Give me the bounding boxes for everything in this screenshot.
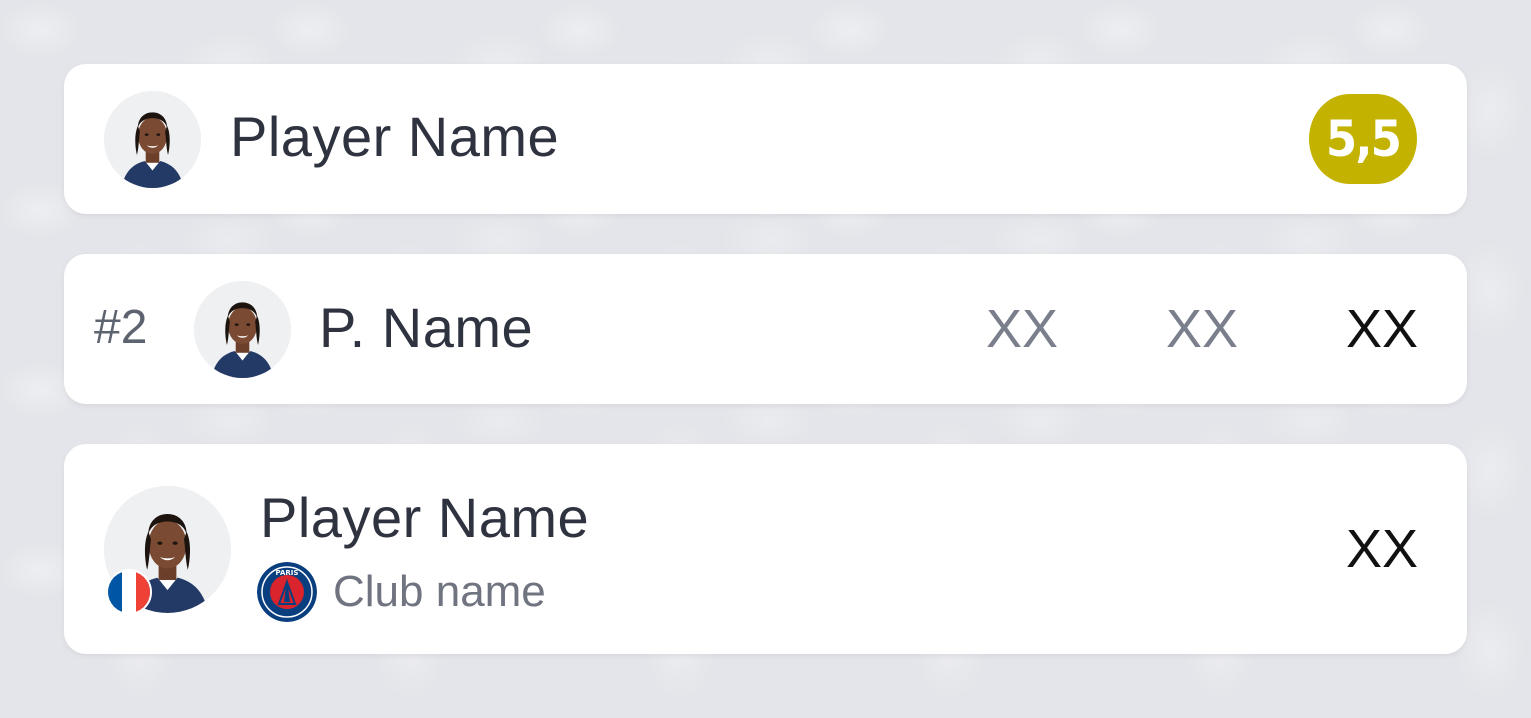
player-avatar-icon	[104, 91, 201, 188]
player-short-name: P. Name	[319, 296, 534, 359]
stat-value-1: XX	[985, 299, 1058, 359]
stat-value-3: XX	[1345, 299, 1418, 359]
psg-badge-icon	[257, 562, 317, 622]
france-flag-icon	[106, 569, 152, 615]
player-name: Player Name	[230, 105, 560, 168]
player-rating-badge: 5,5	[1309, 94, 1417, 184]
flag-stripe-blue	[108, 571, 122, 613]
stat-value: XX	[1345, 519, 1418, 579]
player-rank: #2	[94, 301, 148, 354]
player-card-compact[interactable]: Player Name 5,5	[64, 64, 1467, 214]
stat-value-2: XX	[1165, 299, 1238, 359]
player-name: Player Name	[260, 486, 590, 549]
player-card-ranked[interactable]: #2 P. Name XX XX XX	[64, 254, 1467, 404]
player-avatar-icon	[194, 281, 291, 378]
player-card-detail[interactable]: Player Name Club name XX	[64, 444, 1467, 654]
club-info: Club name	[257, 562, 546, 622]
flag-stripe-white	[122, 571, 136, 613]
club-name: Club name	[333, 567, 546, 616]
